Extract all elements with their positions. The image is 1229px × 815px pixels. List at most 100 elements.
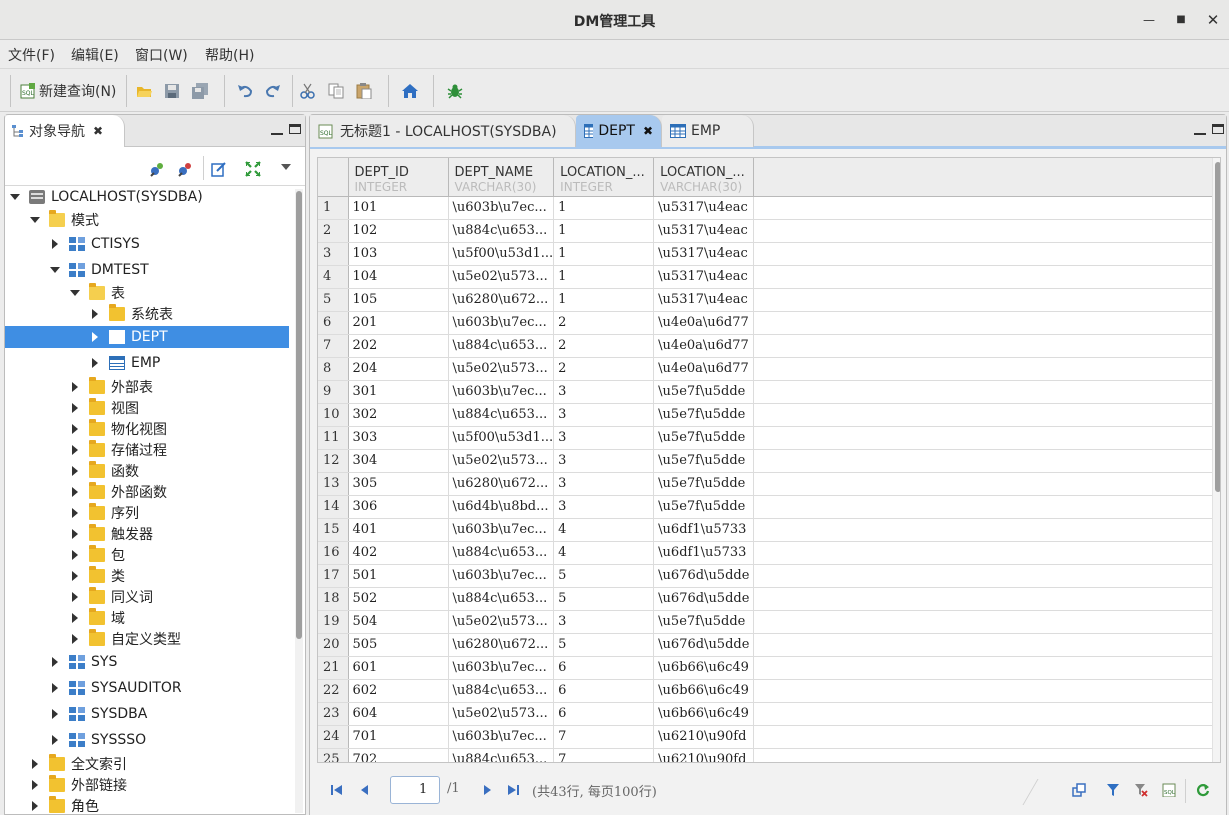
table-cell[interactable]: \u5317\u4eac <box>653 265 755 289</box>
table-cell[interactable]: 701 <box>348 725 449 749</box>
table-cell[interactable]: \u676d\u5dde <box>653 564 755 588</box>
table-row[interactable]: 22 602 \u884c\u653... 6 \u6b66\u6c49 <box>318 679 1216 703</box>
maximize-icon[interactable]: ■ <box>1173 12 1189 28</box>
table-cell[interactable]: 105 <box>348 288 449 312</box>
table-cell[interactable]: \u5e7f\u5dde <box>653 495 755 519</box>
table-cell[interactable]: \u603b\u7ec... <box>448 196 555 220</box>
table-cell[interactable]: 504 <box>348 610 449 634</box>
table-row[interactable]: 12 304 \u5e02\u573... 3 \u5e7f\u5dde <box>318 449 1216 473</box>
tree-node[interactable]: 表 <box>5 282 291 304</box>
expand-arrow-icon[interactable] <box>49 264 61 276</box>
refresh-icon[interactable] <box>1196 783 1210 797</box>
table-cell[interactable]: 2 <box>553 334 655 358</box>
table-row[interactable]: 18 502 \u884c\u653... 5 \u676d\u5dde <box>318 587 1216 611</box>
table-cell[interactable]: \u676d\u5dde <box>653 633 755 657</box>
table-cell[interactable]: 104 <box>348 265 449 289</box>
collapse-arrow-icon[interactable] <box>49 238 61 250</box>
table-cell[interactable]: 5 <box>553 587 655 611</box>
tree-node[interactable]: 函数 <box>5 460 291 482</box>
redo-button[interactable] <box>265 79 281 103</box>
table-row[interactable]: 21 601 \u603b\u7ec... 6 \u6b66\u6c49 <box>318 656 1216 680</box>
table-cell[interactable]: \u603b\u7ec... <box>448 725 555 749</box>
collapse-arrow-icon[interactable] <box>89 357 101 369</box>
table-row[interactable]: 24 701 \u603b\u7ec... 7 \u6210\u90fd <box>318 725 1216 749</box>
collapse-arrow-icon[interactable] <box>69 381 81 393</box>
collapse-arrow-icon[interactable] <box>49 656 61 668</box>
table-cell[interactable]: \u884c\u653... <box>448 403 555 427</box>
table-cell[interactable]: \u6280\u672... <box>448 288 555 312</box>
collapse-arrow-icon[interactable] <box>29 758 41 770</box>
tree-node[interactable]: 同义词 <box>5 586 291 608</box>
tree-node[interactable]: SYS <box>5 651 291 673</box>
table-row[interactable]: 3 103 \u5f00\u53d1... 1 \u5317\u4eac <box>318 242 1216 266</box>
table-cell[interactable]: 402 <box>348 541 449 565</box>
table-row[interactable]: 17 501 \u603b\u7ec... 5 \u676d\u5dde <box>318 564 1216 588</box>
table-cell[interactable]: \u6d4b\u8bd... <box>448 495 555 519</box>
collapse-arrow-icon[interactable] <box>29 779 41 791</box>
table-row[interactable]: 9 301 \u603b\u7ec... 3 \u5e7f\u5dde <box>318 380 1216 404</box>
tree-node[interactable]: 外部函数 <box>5 481 291 503</box>
tree-node[interactable]: 域 <box>5 607 291 629</box>
tree-node[interactable]: 模式 <box>5 209 291 231</box>
new-query-button[interactable]: SQL 新建查询(N) <box>20 79 116 103</box>
table-cell[interactable]: \u5317\u4eac <box>653 288 755 312</box>
table-cell[interactable]: \u6b66\u6c49 <box>653 656 755 680</box>
tab-dept[interactable]: DEPT ✖ <box>576 115 662 147</box>
table-cell[interactable]: 5 <box>553 633 655 657</box>
collapse-arrow-icon[interactable] <box>69 465 81 477</box>
open-button[interactable] <box>136 79 152 103</box>
tree-node[interactable]: 包 <box>5 544 291 566</box>
table-cell[interactable]: \u5e7f\u5dde <box>653 610 755 634</box>
table-cell[interactable]: \u603b\u7ec... <box>448 380 555 404</box>
table-cell[interactable]: 2 <box>553 311 655 335</box>
table-cell[interactable]: 6 <box>553 679 655 703</box>
table-row[interactable]: 15 401 \u603b\u7ec... 4 \u6df1\u5733 <box>318 518 1216 542</box>
table-cell[interactable]: 101 <box>348 196 449 220</box>
export-sql-icon[interactable]: SQL <box>1162 783 1176 797</box>
table-cell[interactable]: 401 <box>348 518 449 542</box>
table-row[interactable]: 11 303 \u5f00\u53d1... 3 \u5e7f\u5dde <box>318 426 1216 450</box>
table-cell[interactable]: 5 <box>553 564 655 588</box>
tree-node[interactable]: EMP <box>5 352 291 374</box>
tree-node[interactable]: SYSAUDITOR <box>5 677 291 699</box>
table-cell[interactable]: \u6210\u90fd <box>653 748 755 762</box>
tree-node[interactable]: 角色 <box>5 795 291 815</box>
close-icon[interactable]: ✕ <box>1205 12 1221 28</box>
table-cell[interactable]: 1 <box>553 242 655 266</box>
table-cell[interactable]: 301 <box>348 380 449 404</box>
tree-node[interactable]: 序列 <box>5 502 291 524</box>
table-cell[interactable]: 304 <box>348 449 449 473</box>
minimize-panel-icon[interactable] <box>271 125 283 135</box>
table-cell[interactable]: 3 <box>553 449 655 473</box>
expand-all-icon[interactable] <box>245 161 261 177</box>
tree-node[interactable]: 全文索引 <box>5 753 291 775</box>
collapse-arrow-icon[interactable] <box>69 423 81 435</box>
expand-arrow-icon[interactable] <box>29 214 41 226</box>
table-cell[interactable]: 501 <box>348 564 449 588</box>
table-cell[interactable]: 1 <box>553 288 655 312</box>
collapse-arrow-icon[interactable] <box>69 486 81 498</box>
collapse-arrow-icon[interactable] <box>49 708 61 720</box>
grid-scrollbar-thumb[interactable] <box>1215 162 1220 492</box>
table-cell[interactable]: 3 <box>553 403 655 427</box>
save-button[interactable] <box>164 79 180 103</box>
collapse-arrow-icon[interactable] <box>69 633 81 645</box>
table-cell[interactable]: \u5317\u4eac <box>653 219 755 243</box>
table-row[interactable]: 25 702 \u884c\u653... 7 \u6210\u90fd <box>318 748 1216 762</box>
table-cell[interactable]: \u5f00\u53d1... <box>448 426 555 450</box>
menu-edit[interactable]: 编辑(E) <box>71 45 119 65</box>
disconnect-icon[interactable] <box>177 161 193 177</box>
table-row[interactable]: 8 204 \u5e02\u573... 2 \u4e0a\u6d77 <box>318 357 1216 381</box>
tree-node[interactable]: 外部表 <box>5 376 291 398</box>
collapse-arrow-icon[interactable] <box>49 682 61 694</box>
table-cell[interactable]: 702 <box>348 748 449 762</box>
table-cell[interactable]: \u603b\u7ec... <box>448 311 555 335</box>
table-cell[interactable]: \u884c\u653... <box>448 334 555 358</box>
tree-scrollbar[interactable] <box>295 189 303 813</box>
collapse-arrow-icon[interactable] <box>69 528 81 540</box>
tree-node[interactable]: 系统表 <box>5 303 291 325</box>
minimize-panel-icon[interactable] <box>1194 125 1206 135</box>
collapse-arrow-icon[interactable] <box>69 549 81 561</box>
home-button[interactable] <box>401 79 419 103</box>
table-cell[interactable]: \u5317\u4eac <box>653 242 755 266</box>
